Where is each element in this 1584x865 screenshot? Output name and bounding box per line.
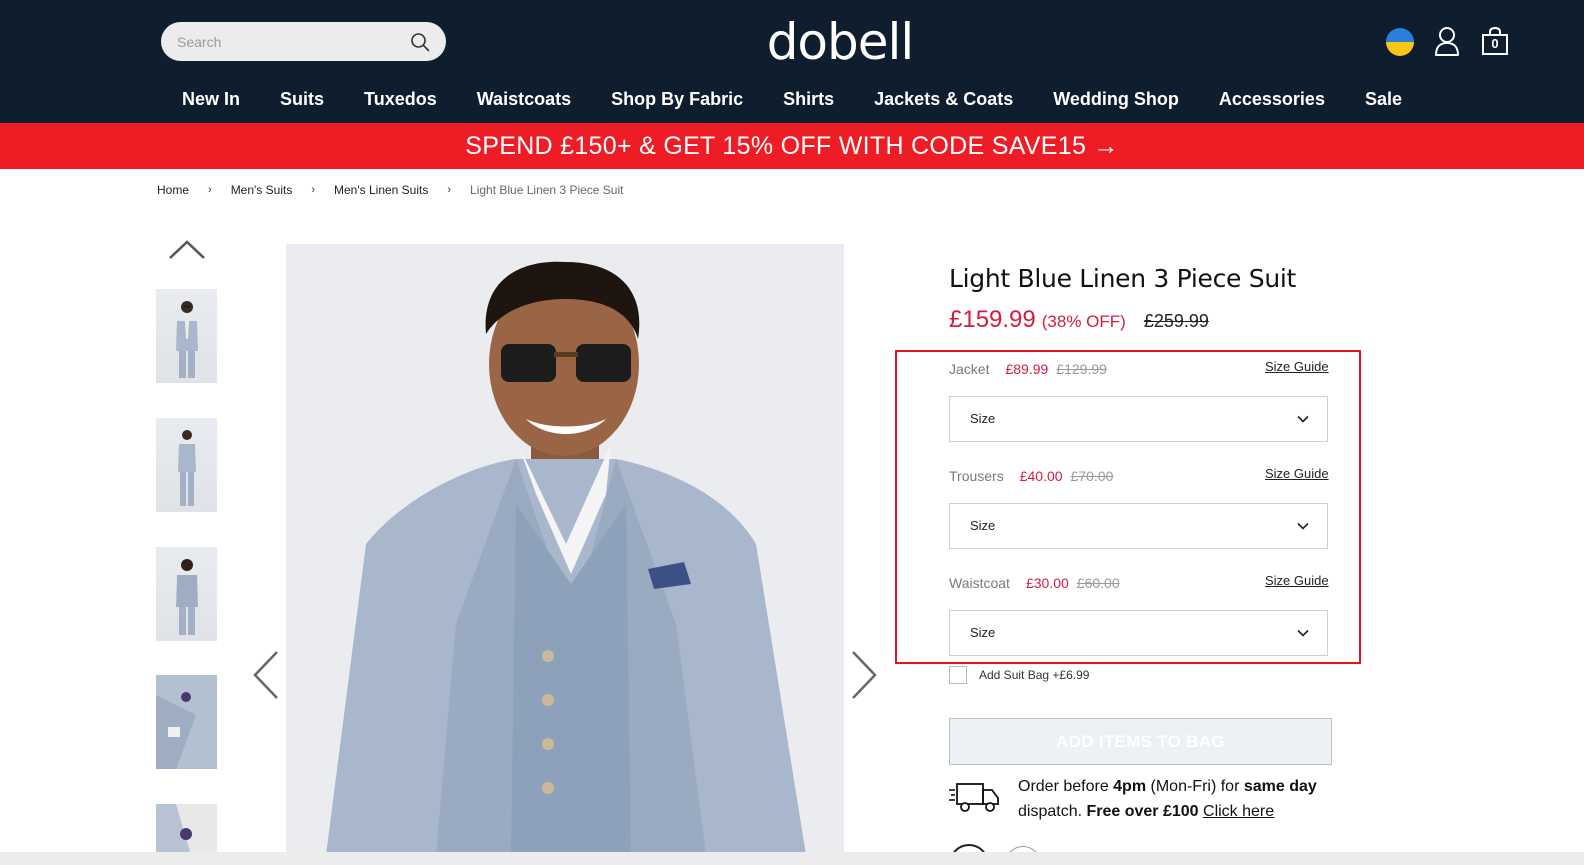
delivery-truck-icon [949,783,999,812]
trousers-size-guide-link[interactable]: Size Guide [1265,466,1329,481]
waistcoat-option-label: Waistcoat £30.00 £60.00 [949,573,1120,593]
option-name: Waistcoat [949,575,1010,591]
dobell-logo[interactable]: dobell [745,12,935,72]
suit-bag-option[interactable]: Add Suit Bag +£6.99 [949,666,1089,684]
delivery-prefix: Order before [1018,778,1114,795]
account-icon[interactable] [1434,26,1460,56]
thumbnail-4[interactable] [156,675,217,769]
breadcrumb-current: Light Blue Linen 3 Piece Suit [470,183,624,197]
option-was-price: £60.00 [1076,575,1120,591]
select-label: Size [970,625,996,640]
search-input[interactable] [177,22,397,61]
suit-detail-thumbnail-image [156,675,217,769]
jacket-size-guide-link[interactable]: Size Guide [1265,359,1329,374]
search-icon[interactable] [410,32,430,52]
option-price: £40.00 [1019,468,1063,484]
suit-bag-label: Add Suit Bag +£6.99 [979,668,1090,682]
nav-item-shirts[interactable]: Shirts [783,84,834,114]
nav-item-shop-by-fabric[interactable]: Shop By Fabric [611,84,743,114]
price-row: £159.99 (38% OFF) £259.99 [949,306,1209,334]
search-bar[interactable] [161,22,446,61]
option-price: £89.99 [1005,361,1049,377]
price-current: £159.99 [949,306,1036,333]
breadcrumb-separator: › [311,184,316,196]
breadcrumb-mens-linen-suits[interactable]: Men's Linen Suits [334,183,428,197]
thumbnail-5[interactable] [156,804,217,855]
chevron-up-icon[interactable] [168,238,206,260]
breadcrumb-mens-suits[interactable]: Men's Suits [231,183,293,197]
nav-item-suits[interactable]: Suits [280,84,324,114]
option-was-price: £70.00 [1070,468,1114,484]
chevron-down-icon [1297,415,1309,423]
main-nav: New In Suits Tuxedos Waistcoats Shop By … [0,84,1584,114]
option-name: Trousers [949,468,1004,484]
delivery-dispatch: dispatch. [1018,803,1087,820]
product-main-image[interactable] [286,244,844,855]
breadcrumb-separator: › [208,184,212,196]
chevron-left-icon[interactable] [251,650,281,700]
delivery-info: Order before 4pm (Mon-Fri) for same day … [1018,774,1348,824]
jacket-size-select[interactable]: Size [949,396,1328,442]
model-in-light-blue-suit-image [286,244,844,855]
nav-item-jackets-coats[interactable]: Jackets & Coats [874,84,1013,114]
price-original: £259.99 [1143,311,1209,331]
breadcrumb: Home › Men's Suits › Men's Linen Suits ›… [157,182,623,198]
ukraine-flag-icon [1386,28,1414,56]
thumbnail-1[interactable] [156,289,217,383]
suit-detail-thumbnail-image [156,804,217,855]
option-price: £30.00 [1025,575,1069,591]
promo-banner[interactable]: SPEND £150+ & GET 15% OFF WITH CODE SAVE… [0,123,1584,169]
delivery-same-day: same day [1243,778,1317,795]
thumbnail-2[interactable] [156,418,217,512]
nav-item-new-in[interactable]: New In [182,84,240,114]
breadcrumb-home[interactable]: Home [157,183,189,197]
waistcoat-size-select[interactable]: Size [949,610,1328,656]
nav-item-tuxedos[interactable]: Tuxedos [364,84,437,114]
trousers-option-label: Trousers £40.00 £70.00 [949,466,1113,486]
chevron-down-icon [1297,522,1309,530]
add-items-to-bag-button[interactable]: ADD ITEMS TO BAG [949,718,1332,765]
thumbnail-3[interactable] [156,547,217,641]
jacket-option-label: Jacket £89.99 £129.99 [949,359,1107,379]
delivery-click-here-link[interactable]: Click here [1203,803,1274,820]
price-discount: (38% OFF) [1041,312,1126,331]
nav-item-accessories[interactable]: Accessories [1219,84,1325,114]
suit-model-thumbnail-image [178,430,196,506]
waistcoat-size-guide-link[interactable]: Size Guide [1265,573,1329,588]
nav-item-sale[interactable]: Sale [1365,84,1402,114]
nav-item-waistcoats[interactable]: Waistcoats [477,84,571,114]
chevron-right-icon[interactable] [849,650,879,700]
page-bottom-strip [0,852,1584,865]
site-header: dobell 0 New In Suits Tuxedos Waistcoats… [0,0,1584,123]
chevron-down-icon [1297,629,1309,637]
bag-count: 0 [1491,36,1499,51]
product-title: Light Blue Linen 3 Piece Suit [949,264,1297,293]
nav-item-wedding-shop[interactable]: Wedding Shop [1053,84,1179,114]
breadcrumb-separator: › [447,184,452,196]
option-name: Jacket [949,361,990,377]
select-label: Size [970,518,996,533]
option-was-price: £129.99 [1056,361,1107,377]
trousers-size-select[interactable]: Size [949,503,1328,549]
suit-bag-checkbox[interactable] [949,666,967,684]
select-label: Size [970,411,996,426]
delivery-time: 4pm [1113,778,1147,795]
suit-model-thumbnail-image [176,301,198,378]
delivery-days: (Mon-Fri) for [1146,778,1244,795]
suit-model-thumbnail-image [176,559,198,635]
delivery-free-threshold: Free over £100 [1086,803,1199,820]
